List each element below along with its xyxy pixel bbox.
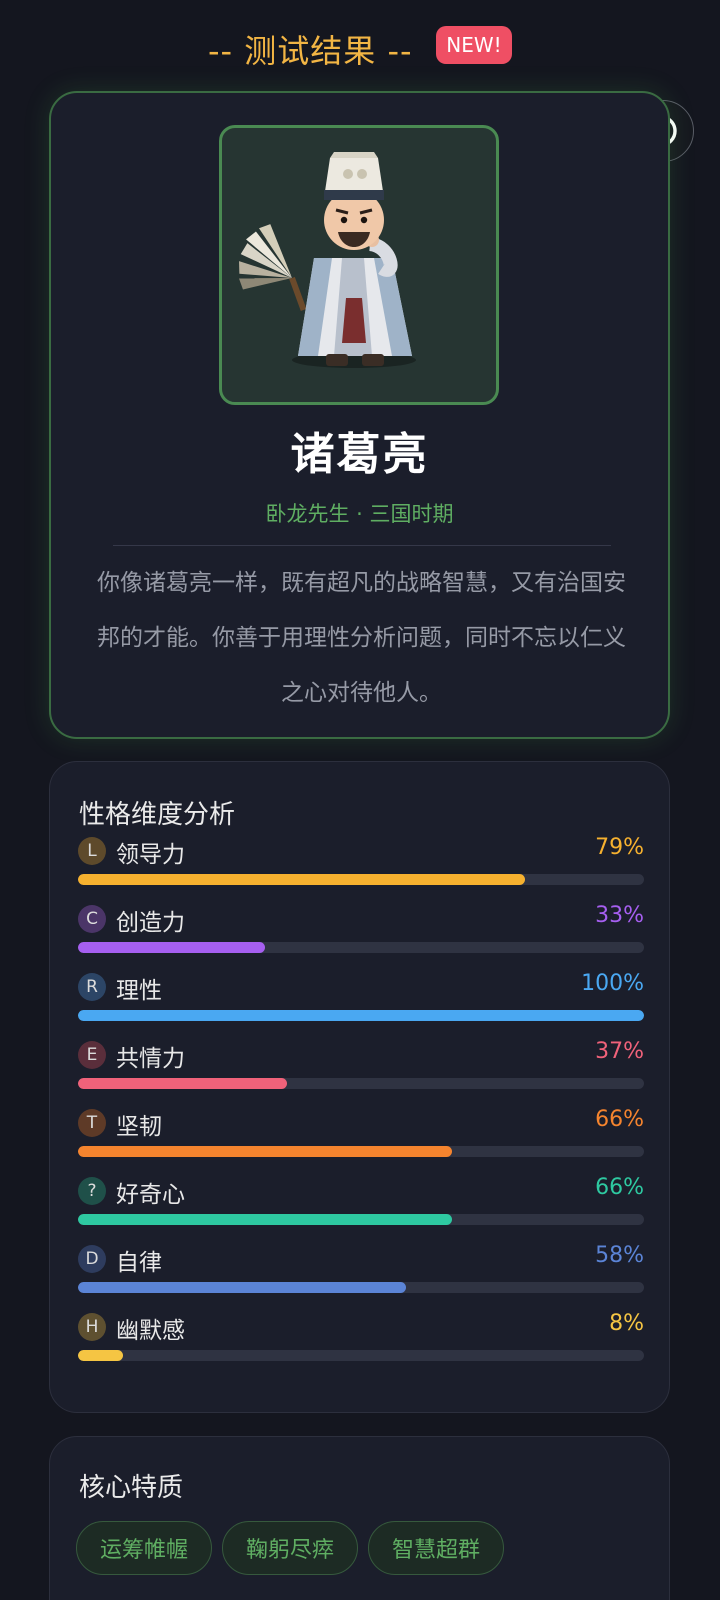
dimension-progress-fill xyxy=(78,1010,644,1021)
section-title: 核心特质 xyxy=(79,1473,184,1503)
dimension-progress-fill xyxy=(78,1146,452,1157)
trait-tag: 鞠躬尽瘁 xyxy=(222,1521,358,1575)
trait-tag: 智慧超群 xyxy=(368,1521,504,1575)
dimension-letter-badge: E xyxy=(78,1041,106,1069)
dimension-progress-fill xyxy=(78,1350,124,1361)
dimension-letter-badge: C xyxy=(78,905,106,933)
dimension-analysis-card: 性格维度分析 L 领导力 79% C 创造力 33% R 理性 100% E 共情力 37% T 坚韧 66… xyxy=(49,761,670,1413)
dimension-percent: 66% xyxy=(595,1175,644,1200)
dimension-row: C 创造力 33% xyxy=(78,903,644,961)
divider xyxy=(113,545,611,546)
dimension-percent: 37% xyxy=(595,1039,644,1064)
character-subtitle: 卧龙先生 · 三国时期 xyxy=(265,502,454,526)
dimension-label: 理性 xyxy=(116,978,162,1004)
dimension-progress-track xyxy=(78,1350,644,1361)
dimension-row: H 幽默感 8% xyxy=(78,1311,644,1369)
dimension-row: ? 好奇心 66% xyxy=(78,1175,644,1233)
dimension-letter-badge: D xyxy=(78,1245,106,1273)
dimension-progress-track xyxy=(78,874,644,885)
dimension-label: 领导力 xyxy=(116,842,185,868)
dimension-percent: 33% xyxy=(595,903,644,928)
dimension-label: 幽默感 xyxy=(116,1318,185,1344)
dimension-label: 自律 xyxy=(116,1250,162,1276)
dimension-percent: 66% xyxy=(595,1107,644,1132)
core-traits-card: 核心特质 运筹帷幄 鞠躬尽瘁 智慧超群 xyxy=(49,1436,670,1600)
dimension-percent: 79% xyxy=(595,835,644,860)
character-description: 你像诸葛亮一样，既有超凡的战略智慧，又有治国安邦的才能。你善于用理性分析问题，同… xyxy=(97,570,626,706)
dimension-percent: 8% xyxy=(609,1311,644,1336)
dimension-progress-track xyxy=(78,1214,644,1225)
dimension-row: T 坚韧 66% xyxy=(78,1107,644,1165)
dimension-progress-fill xyxy=(78,942,265,953)
dimension-label: 坚韧 xyxy=(116,1114,162,1140)
dimension-label: 共情力 xyxy=(116,1046,185,1072)
trait-tag: 运筹帷幄 xyxy=(76,1521,212,1575)
dimension-progress-track xyxy=(78,1010,644,1021)
dimension-letter-badge: L xyxy=(78,837,106,865)
dimension-progress-fill xyxy=(78,1214,452,1225)
dimension-label: 创造力 xyxy=(116,910,185,936)
dimension-percent: 58% xyxy=(595,1243,644,1268)
dimension-progress-fill xyxy=(78,874,526,885)
dimension-letter-badge: T xyxy=(78,1109,106,1137)
dimension-progress-track xyxy=(78,942,644,953)
dimension-letter-badge: H xyxy=(78,1313,106,1341)
dimension-progress-track xyxy=(78,1146,644,1157)
dimension-label: 好奇心 xyxy=(116,1182,185,1208)
dimension-row: R 理性 100% xyxy=(78,971,644,1029)
section-title: 性格维度分析 xyxy=(79,800,236,830)
new-badge: NEW! xyxy=(436,26,512,64)
dimension-progress-track xyxy=(78,1282,644,1293)
dimension-row: D 自律 58% xyxy=(78,1243,644,1301)
dimension-letter-badge: R xyxy=(78,973,106,1001)
dimension-row: E 共情力 37% xyxy=(78,1039,644,1097)
dimension-letter-badge: ? xyxy=(78,1177,106,1205)
dimension-progress-fill xyxy=(78,1282,407,1293)
character-portrait xyxy=(219,125,499,405)
dimension-progress-fill xyxy=(78,1078,288,1089)
result-card: 诸葛亮 卧龙先生 · 三国时期 你像诸葛亮一样，既有超凡的战略智慧，又有治国安邦… xyxy=(49,91,670,739)
page-header: -- 测试结果 -- NEW! xyxy=(0,24,720,70)
character-name: 诸葛亮 xyxy=(290,429,429,480)
dimension-progress-track xyxy=(78,1078,644,1089)
dimension-percent: 100% xyxy=(581,971,644,996)
dimension-row: L 领导力 79% xyxy=(78,835,644,893)
result-page: -- 测试结果 -- NEW! 诸葛亮 卧龙先生 · 三国时期 你像诸葛亮一样，… xyxy=(0,0,720,1600)
page-title: -- 测试结果 -- xyxy=(208,32,413,70)
